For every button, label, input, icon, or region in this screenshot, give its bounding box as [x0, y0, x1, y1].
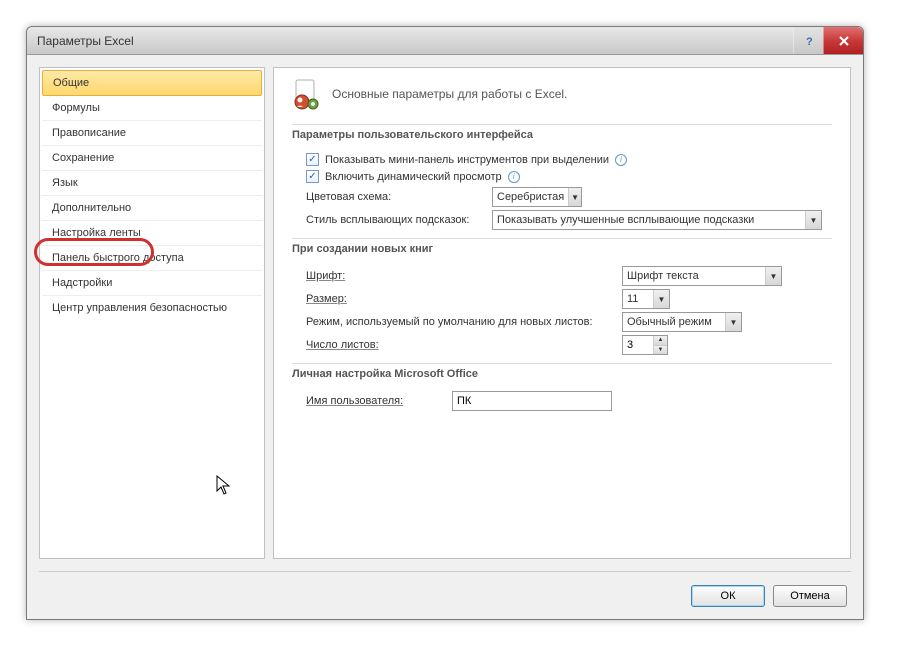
- ok-button[interactable]: ОК: [691, 585, 765, 607]
- default-view-dropdown[interactable]: Обычный режим ▼: [622, 312, 742, 332]
- category-sidebar: Общие Формулы Правописание Сохранение Яз…: [39, 67, 265, 559]
- titlebar[interactable]: Параметры Excel ?: [27, 27, 863, 55]
- font-dropdown[interactable]: Шрифт текста ▼: [622, 266, 782, 286]
- cancel-button[interactable]: Отмена: [773, 585, 847, 607]
- checkbox-mini-toolbar[interactable]: ✓: [306, 153, 319, 166]
- section-personal-title: Личная настройка Microsoft Office: [292, 363, 832, 388]
- color-scheme-label: Цветовая схема:: [306, 191, 486, 203]
- chevron-down-icon: ▼: [653, 290, 669, 308]
- info-icon[interactable]: i: [615, 154, 627, 166]
- tooltip-style-dropdown[interactable]: Показывать улучшенные всплывающие подска…: [492, 210, 822, 230]
- sidebar-item-formulas[interactable]: Формулы: [42, 96, 262, 121]
- sidebar-item-proofing[interactable]: Правописание: [42, 121, 262, 146]
- sidebar-item-advanced[interactable]: Дополнительно: [42, 196, 262, 221]
- sidebar-item-general[interactable]: Общие: [42, 70, 262, 96]
- checkbox-live-preview[interactable]: ✓: [306, 170, 319, 183]
- section-newbook-title: При создании новых книг: [292, 238, 832, 263]
- size-dropdown[interactable]: 11 ▼: [622, 289, 670, 309]
- checkbox-live-preview-label: Включить динамический просмотр: [325, 171, 502, 183]
- section-ui-title: Параметры пользовательского интерфейса: [292, 124, 832, 149]
- username-input[interactable]: [452, 391, 612, 411]
- default-view-label: Режим, используемый по умолчанию для нов…: [306, 316, 616, 328]
- sheet-count-input[interactable]: [623, 336, 653, 354]
- options-dialog: Параметры Excel ? Общие Формулы Правопис…: [26, 26, 864, 620]
- svg-text:?: ?: [806, 36, 813, 47]
- help-button[interactable]: ?: [793, 27, 823, 54]
- sheet-count-label: Число листов:: [306, 339, 616, 351]
- chevron-down-icon: ▼: [725, 313, 741, 331]
- tooltip-style-label: Стиль всплывающих подсказок:: [306, 214, 486, 226]
- chevron-down-icon: ▼: [568, 188, 581, 206]
- spinner-down-icon[interactable]: ▼: [654, 346, 667, 355]
- chevron-down-icon: ▼: [805, 211, 821, 229]
- sheet-count-spinner[interactable]: ▲ ▼: [622, 335, 668, 355]
- heading-icon: [292, 78, 324, 110]
- sidebar-item-customize-ribbon[interactable]: Настройка ленты: [42, 221, 262, 246]
- options-panel: Основные параметры для работы с Excel. П…: [273, 67, 851, 559]
- heading-text: Основные параметры для работы с Excel.: [332, 87, 567, 101]
- sidebar-item-quick-access[interactable]: Панель быстрого доступа: [42, 246, 262, 271]
- window-title: Параметры Excel: [37, 34, 793, 48]
- size-label: Размер:: [306, 293, 616, 305]
- checkbox-mini-toolbar-label: Показывать мини-панель инструментов при …: [325, 154, 609, 166]
- username-label: Имя пользователя:: [306, 395, 446, 407]
- sidebar-item-language[interactable]: Язык: [42, 171, 262, 196]
- sidebar-item-addins[interactable]: Надстройки: [42, 271, 262, 296]
- sidebar-item-trust-center[interactable]: Центр управления безопасностью: [42, 296, 262, 320]
- info-icon[interactable]: i: [508, 171, 520, 183]
- spinner-up-icon[interactable]: ▲: [654, 336, 667, 346]
- close-button[interactable]: [823, 27, 863, 54]
- dialog-footer: ОК Отмена: [39, 571, 851, 619]
- sidebar-item-save[interactable]: Сохранение: [42, 146, 262, 171]
- font-label: Шрифт:: [306, 270, 616, 282]
- chevron-down-icon: ▼: [765, 267, 781, 285]
- color-scheme-dropdown[interactable]: Серебристая ▼: [492, 187, 582, 207]
